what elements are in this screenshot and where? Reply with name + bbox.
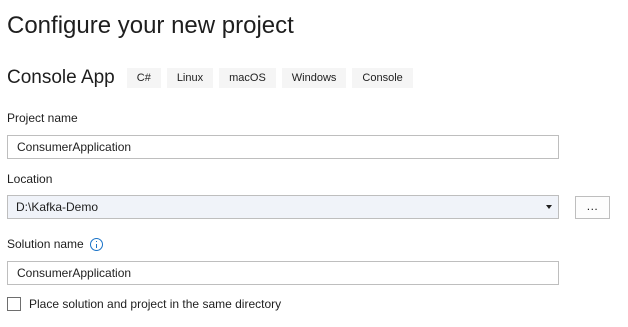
page-title: Configure your new project [7,12,294,39]
same-directory-checkbox[interactable] [7,297,21,311]
tag-platform-windows: Windows [281,68,347,88]
solution-name-label-row: Solution name [7,236,103,252]
chevron-down-icon[interactable] [540,196,558,218]
location-label: Location [7,172,53,186]
location-value: D:\Kafka-Demo [16,200,99,214]
location-combobox[interactable]: D:\Kafka-Demo [7,195,559,219]
project-name-label: Project name [7,111,78,125]
same-directory-label: Place solution and project in the same d… [29,297,282,311]
project-name-input[interactable] [7,135,559,159]
tag-platform-linux: Linux [166,68,214,88]
template-name: Console App [7,67,115,88]
template-header: Console App C# Linux macOS Windows Conso… [7,66,419,90]
browse-button[interactable]: ... [575,196,610,219]
solution-name-label: Solution name [7,237,84,251]
tag-project-type: Console [352,68,413,88]
tag-platform-macos: macOS [219,68,276,88]
same-directory-option[interactable]: Place solution and project in the same d… [7,297,281,311]
solution-name-input[interactable] [7,261,559,285]
info-icon[interactable] [89,237,103,251]
tag-language: C# [126,68,161,88]
